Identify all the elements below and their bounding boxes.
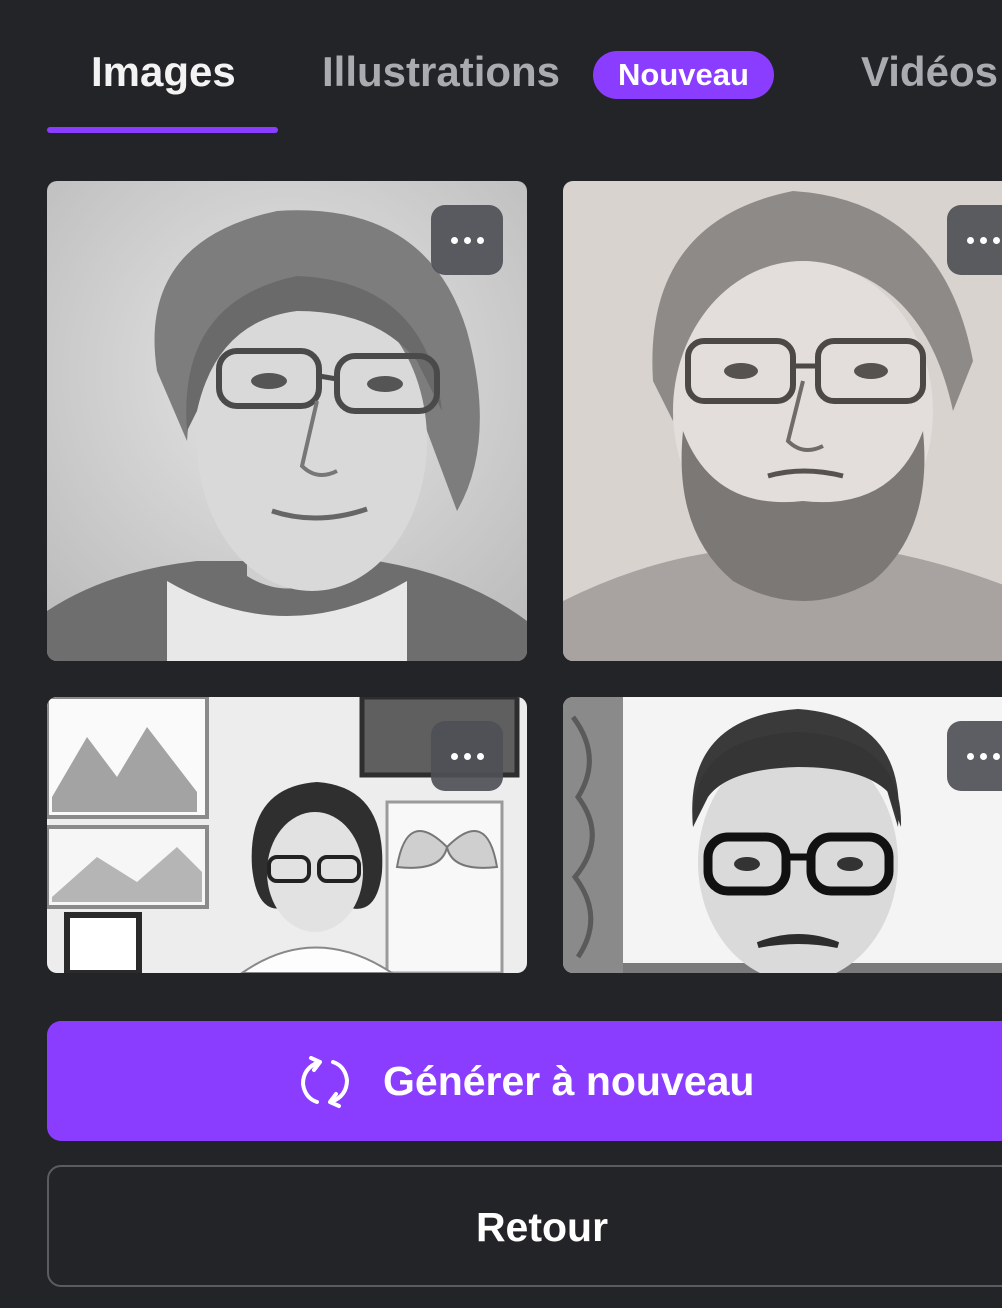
active-tab-indicator xyxy=(47,127,278,133)
tab-illustrations[interactable]: Illustrations xyxy=(322,44,560,100)
more-options-button[interactable] xyxy=(947,721,1002,791)
image-generation-panel: Images Illustrations Nouveau Vidéos Géné… xyxy=(0,0,1002,1308)
regenerate-button[interactable]: Générer à nouveau xyxy=(47,1021,1002,1141)
back-label: Retour xyxy=(475,1204,609,1250)
more-options-button[interactable] xyxy=(947,205,1002,275)
tab-videos[interactable]: Vidéos xyxy=(861,44,998,100)
more-options-button[interactable] xyxy=(431,721,503,791)
result-image-3[interactable] xyxy=(47,697,527,973)
result-image-4[interactable] xyxy=(563,697,1002,973)
result-image-1[interactable] xyxy=(47,181,527,661)
regenerate-label: Générer à nouveau xyxy=(383,1058,755,1104)
portrait-sketch-2 xyxy=(563,181,1002,661)
tab-images[interactable]: Images xyxy=(91,44,236,100)
result-image-2[interactable] xyxy=(563,181,1002,661)
more-options-button[interactable] xyxy=(431,205,503,275)
back-button[interactable]: Retour xyxy=(47,1165,1002,1287)
refresh-icon xyxy=(300,1056,350,1108)
portrait-sketch-4 xyxy=(563,697,1002,973)
new-badge: Nouveau xyxy=(593,51,774,99)
